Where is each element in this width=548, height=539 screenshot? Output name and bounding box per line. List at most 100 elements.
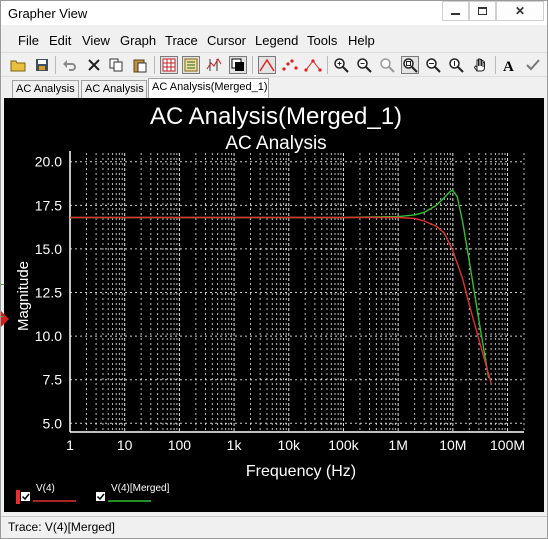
selected-trace-marker xyxy=(1,311,9,327)
pan-button[interactable] xyxy=(471,56,489,74)
delete-button[interactable] xyxy=(85,56,103,74)
graph-panel[interactable]: 1 10 100 1k 10k 100k 1M 10M 100M 5.0 7.5 10.0 12.5 15… xyxy=(4,98,544,512)
legend-checkbox[interactable] xyxy=(96,492,105,501)
copy-icon xyxy=(109,58,123,72)
legend-button[interactable] xyxy=(182,56,200,74)
chart-subtitle: AC Analysis xyxy=(225,133,326,154)
legend-checkbox[interactable] xyxy=(21,492,30,501)
menu-view[interactable]: View xyxy=(82,33,110,48)
restore-button[interactable] xyxy=(469,1,496,21)
x-tick-label: 10k xyxy=(277,437,301,453)
x-axis-label: Frequency (Hz) xyxy=(246,463,356,480)
y-tick-label: 10.0 xyxy=(35,328,62,344)
check-button[interactable] xyxy=(524,56,542,74)
text-button[interactable]: A xyxy=(500,56,518,74)
x-tick-label: 1 xyxy=(66,437,74,453)
legend-selected-marker xyxy=(16,490,20,504)
legend-label: V(4) xyxy=(36,483,55,494)
grid-button[interactable] xyxy=(160,56,178,74)
text-icon: A xyxy=(503,59,514,73)
menu-trace[interactable]: Trace xyxy=(165,33,198,48)
zoom-y-icon xyxy=(449,58,464,73)
tab-ac-analysis-2[interactable]: AC Analysis xyxy=(81,80,147,98)
save-button[interactable] xyxy=(33,56,51,74)
cursors-button[interactable] xyxy=(205,56,223,74)
minimize-icon xyxy=(451,13,460,15)
zoom-area-button[interactable] xyxy=(378,56,396,74)
menu-file[interactable]: File xyxy=(18,33,39,48)
toolbar: A xyxy=(1,52,547,77)
x-tick-label: 10 xyxy=(117,437,133,453)
series-line-v4-merged xyxy=(70,189,490,379)
paste-icon xyxy=(133,59,147,73)
legend[interactable]: V(4) V(4)[Merged] xyxy=(16,483,170,504)
zoom-full-button[interactable] xyxy=(401,56,419,74)
ac-analysis-chart[interactable]: 1 10 100 1k 10k 100k 1M 10M 100M 5.0 7.5 10.0 12.5 15… xyxy=(4,98,544,512)
open-button[interactable] xyxy=(9,56,27,74)
zoom-y-button[interactable] xyxy=(447,56,465,74)
reverse-colors-icon xyxy=(231,58,244,71)
zoom-area-icon xyxy=(380,58,395,73)
menu-bar: File Edit View Graph Trace Cursor Legend… xyxy=(1,29,547,50)
toolbar-separator xyxy=(154,56,155,74)
title-bar: Grapher View ✕ xyxy=(1,1,547,25)
zoom-in-icon xyxy=(334,58,349,73)
menu-graph[interactable]: Graph xyxy=(120,33,156,48)
x-tick-label: 1M xyxy=(388,437,407,453)
menu-cursor[interactable]: Cursor xyxy=(207,33,246,48)
x-tick-label: 100 xyxy=(168,437,192,453)
grapher-window: Grapher View ✕ File Edit View Graph Trac… xyxy=(0,0,548,539)
lines-icon xyxy=(259,58,275,72)
tab-ac-analysis-1[interactable]: AC Analysis xyxy=(12,80,79,98)
undo-button[interactable] xyxy=(61,56,79,74)
pan-hand-icon xyxy=(473,58,485,72)
y-tick-label: 5.0 xyxy=(43,415,63,431)
zoom-in-button[interactable] xyxy=(332,56,350,74)
grid-icon xyxy=(162,58,176,72)
menu-legend[interactable]: Legend xyxy=(255,33,298,48)
close-button[interactable]: ✕ xyxy=(496,1,544,21)
y-tick-label: 12.5 xyxy=(35,285,62,301)
open-folder-icon xyxy=(10,60,26,72)
y-tick-label: 17.5 xyxy=(35,197,62,213)
toolbar-separator xyxy=(327,56,328,74)
toolbar-separator xyxy=(252,56,253,74)
y-tick-label: 7.5 xyxy=(43,372,63,388)
zoom-full-icon xyxy=(403,58,418,73)
tab-strip: AC Analysis AC Analysis AC Analysis(Merg… xyxy=(1,78,547,98)
zoom-x-icon xyxy=(426,58,441,73)
toolbar-separator xyxy=(55,56,56,74)
undo-icon xyxy=(63,60,76,71)
minimize-button[interactable] xyxy=(442,1,469,21)
menu-help[interactable]: Help xyxy=(348,33,375,48)
menu-edit[interactable]: Edit xyxy=(49,33,71,48)
y-tick-label: 15.0 xyxy=(35,241,62,257)
x-tick-label: 100k xyxy=(328,437,359,453)
zoom-x-button[interactable] xyxy=(424,56,442,74)
copy-button[interactable] xyxy=(107,56,125,74)
x-tick-label: 1k xyxy=(227,437,243,453)
reverse-colors-button[interactable] xyxy=(229,56,247,74)
show-lines-button[interactable] xyxy=(258,56,276,74)
delete-icon xyxy=(88,59,100,71)
toolbar-separator xyxy=(495,56,496,74)
paste-button[interactable] xyxy=(131,56,149,74)
svg-text:A: A xyxy=(503,59,514,73)
restore-icon xyxy=(478,7,487,15)
legend-label: V(4)[Merged] xyxy=(111,483,170,494)
window-title: Grapher View xyxy=(8,6,88,21)
y-axis-label: Magnitude xyxy=(15,261,32,331)
show-symbols-button[interactable] xyxy=(281,56,299,74)
decoration-tick xyxy=(1,284,4,285)
x-tick-label: 10M xyxy=(439,437,466,453)
tab-ac-analysis-merged[interactable]: AC Analysis(Merged_1) xyxy=(148,78,269,98)
y-tick-label: 20.0 xyxy=(35,154,62,170)
status-bar: Trace: V(4)[Merged] xyxy=(1,516,547,538)
menu-tools[interactable]: Tools xyxy=(307,33,337,48)
x-tick-label: 100M xyxy=(490,437,525,453)
close-icon: ✕ xyxy=(514,4,526,18)
show-lines-symbols-button[interactable] xyxy=(304,56,322,74)
decoration-tick xyxy=(1,316,4,317)
axes-layer: 1 10 100 1k 10k 100k 1M 10M 100M 5.0 7.5 10.0 12.5 15… xyxy=(35,151,525,453)
zoom-out-button[interactable] xyxy=(355,56,373,74)
